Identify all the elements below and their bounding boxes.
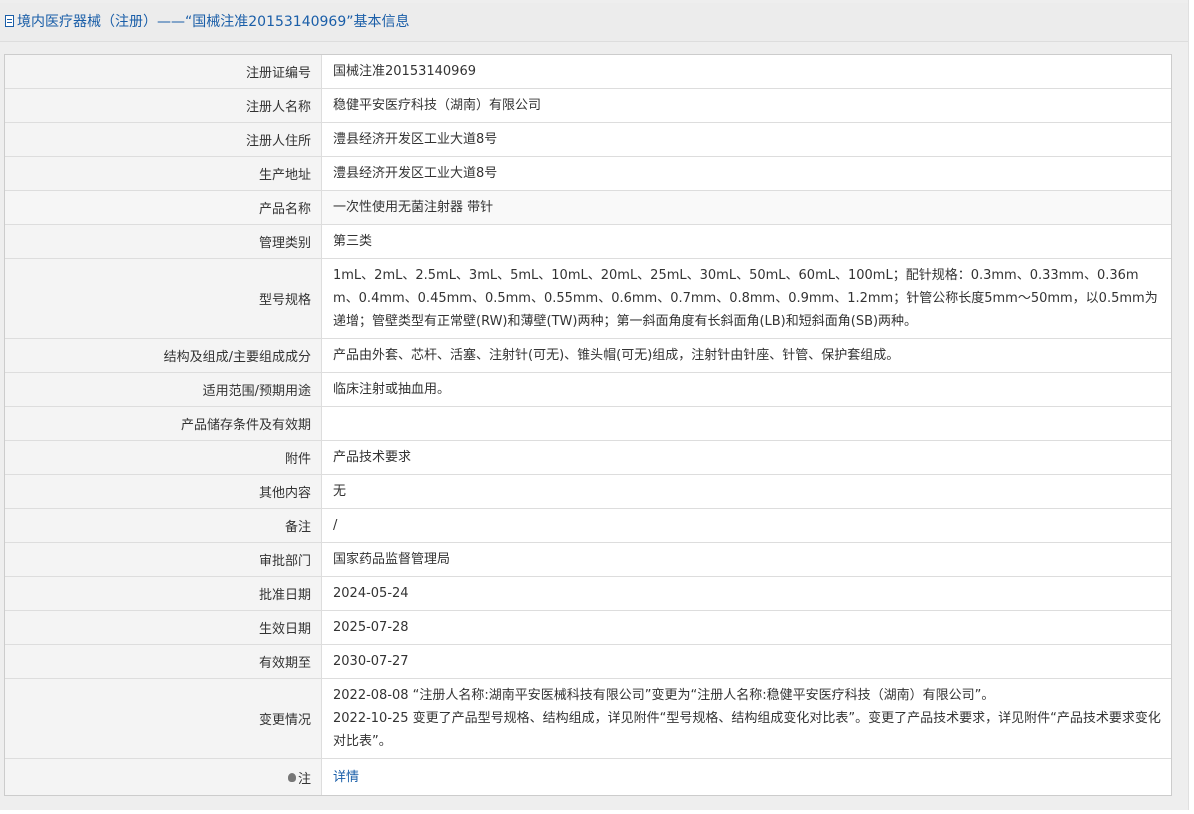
field-value: / — [333, 518, 338, 533]
row-management-category: 管理类别 第三类 — [5, 225, 1171, 259]
field-label: 生效日期 — [5, 611, 322, 644]
info-table: 注册证编号 国械注准20153140969 注册人名称 稳健平安医疗科技（湖南）… — [4, 54, 1172, 796]
note-label: 注 — [297, 771, 311, 787]
field-value: 稳健平安医疗科技（湖南）有限公司 — [333, 98, 542, 113]
field-value: 2024-05-24 — [333, 586, 409, 601]
row-product-name: 产品名称 一次性使用无菌注射器 带针 — [5, 191, 1171, 225]
field-label: 变更情况 — [5, 679, 322, 758]
row-effective-date: 生效日期 2025-07-28 — [5, 611, 1171, 645]
field-label: 适用范围/预期用途 — [5, 373, 322, 406]
field-value: 无 — [333, 484, 347, 499]
field-value: 第三类 — [333, 234, 373, 249]
row-registrant-address: 注册人住所 澧县经济开发区工业大道8号 — [5, 123, 1171, 157]
change-entry: 2022-10-25 变更了产品型号规格、结构组成，详见附件“型号规格、结构组成… — [333, 711, 1161, 749]
field-value: 国家药品监督管理局 — [333, 552, 451, 567]
field-value: 一次性使用无菌注射器 带针 — [333, 200, 494, 215]
field-value: 2025-07-28 — [333, 620, 409, 635]
row-change-history: 变更情况 2022-08-08 “注册人名称:湖南平安医械科技有限公司”变更为“… — [5, 679, 1171, 759]
row-structure: 结构及组成/主要组成成分 产品由外套、芯杆、活塞、注射针(可无)、锥头帽(可无)… — [5, 339, 1171, 373]
row-other-content: 其他内容 无 — [5, 475, 1171, 509]
row-intended-use: 适用范围/预期用途 临床注射或抽血用。 — [5, 373, 1171, 407]
row-registration-number: 注册证编号 国械注准20153140969 — [5, 55, 1171, 89]
field-label: 管理类别 — [5, 225, 322, 258]
document-icon — [5, 15, 14, 27]
field-value: 产品由外套、芯杆、活塞、注射针(可无)、锥头帽(可无)组成，注射针由针座、针管、… — [333, 348, 900, 363]
field-label: 有效期至 — [5, 645, 322, 678]
field-label: 其他内容 — [5, 475, 322, 508]
row-expiry-date: 有效期至 2030-07-27 — [5, 645, 1171, 679]
details-link[interactable]: 详情 — [333, 766, 359, 789]
field-label: 注册证编号 — [5, 55, 322, 88]
field-value: 产品技术要求 — [333, 450, 412, 465]
field-label: 备注 — [5, 509, 322, 542]
field-label: 产品名称 — [5, 191, 322, 224]
field-value: 1mL、2mL、2.5mL、3mL、5mL、10mL、20mL、25mL、30m… — [333, 268, 1158, 329]
lightbulb-icon — [287, 772, 296, 782]
change-entry: 2022-08-08 “注册人名称:湖南平安医械科技有限公司”变更为“注册人名称… — [333, 688, 995, 703]
field-label: 生产地址 — [5, 157, 322, 190]
field-label: 产品储存条件及有效期 — [5, 407, 322, 440]
field-value: 2030-07-27 — [333, 654, 409, 669]
field-label: 审批部门 — [5, 543, 322, 576]
field-label: 注册人名称 — [5, 89, 322, 122]
field-label: 附件 — [5, 441, 322, 474]
page-frame: 境内医疗器械（注册）——“国械注准20153140969”基本信息 注册证编号 … — [0, 0, 1189, 810]
row-approval-department: 审批部门 国家药品监督管理局 — [5, 543, 1171, 577]
row-registrant-name: 注册人名称 稳健平安医疗科技（湖南）有限公司 — [5, 89, 1171, 123]
page-title: 境内医疗器械（注册）——“国械注准20153140969”基本信息 — [17, 14, 410, 30]
title-bar: 境内医疗器械（注册）——“国械注准20153140969”基本信息 — [0, 3, 1188, 42]
field-value: 临床注射或抽血用。 — [333, 382, 451, 397]
field-label: 结构及组成/主要组成成分 — [5, 339, 322, 372]
row-model-spec: 型号规格 1mL、2mL、2.5mL、3mL、5mL、10mL、20mL、25m… — [5, 259, 1171, 339]
field-label: 型号规格 — [5, 259, 322, 338]
field-label: 批准日期 — [5, 577, 322, 610]
field-value: 国械注准20153140969 — [333, 64, 476, 79]
row-note: 注 详情 — [5, 759, 1171, 795]
row-storage: 产品储存条件及有效期 — [5, 407, 1171, 441]
row-attachment: 附件 产品技术要求 — [5, 441, 1171, 475]
field-value: 澧县经济开发区工业大道8号 — [333, 132, 498, 147]
row-production-address: 生产地址 澧县经济开发区工业大道8号 — [5, 157, 1171, 191]
row-remarks: 备注 / — [5, 509, 1171, 543]
field-value: 澧县经济开发区工业大道8号 — [333, 166, 498, 181]
field-label: 注册人住所 — [5, 123, 322, 156]
row-approval-date: 批准日期 2024-05-24 — [5, 577, 1171, 611]
